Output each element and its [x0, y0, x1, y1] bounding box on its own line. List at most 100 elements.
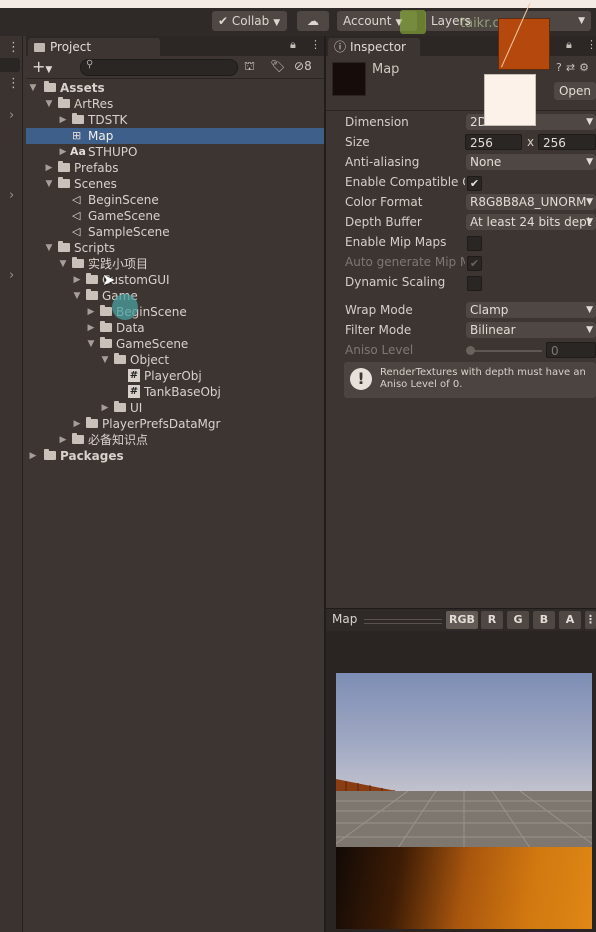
- tree-item-practice-project[interactable]: ▼ 实践小项目: [26, 256, 324, 272]
- expanded-arrow-icon[interactable]: ▼: [86, 336, 96, 352]
- tree-item-sthupo[interactable]: ▶ Aa STHUPO: [26, 144, 324, 160]
- auto-mip-label: Auto generate Mip M: [345, 255, 465, 269]
- collapsed-arrow-icon[interactable]: ▶: [86, 304, 96, 320]
- expand-arrow-icon[interactable]: ›: [9, 268, 14, 283]
- tree-item-tankbaseobj[interactable]: # TankBaseObj: [26, 384, 324, 400]
- anti-aliasing-value: None: [470, 155, 502, 169]
- collapsed-arrow-icon[interactable]: ▶: [58, 112, 68, 128]
- panel-menu-icon[interactable]: ⋮: [7, 40, 20, 55]
- size-height-input[interactable]: 256: [538, 134, 596, 150]
- collapsed-arrow-icon[interactable]: ▶: [86, 320, 96, 336]
- watermark: taikr.com: [400, 8, 590, 34]
- expanded-arrow-icon[interactable]: ▼: [44, 176, 54, 192]
- panel-menu-icon[interactable]: ⋮: [310, 38, 321, 51]
- help-icon[interactable]: ?: [556, 61, 566, 74]
- collapsed-arrow-icon[interactable]: ▶: [44, 160, 54, 176]
- expanded-arrow-icon[interactable]: ▼: [28, 80, 38, 96]
- collapsed-arrow-icon[interactable]: ▶: [72, 416, 82, 432]
- tab-project[interactable]: Project: [28, 38, 160, 56]
- expanded-arrow-icon[interactable]: ▼: [100, 352, 110, 368]
- collab-button[interactable]: ✔ Collab ▼: [212, 11, 287, 31]
- expanded-arrow-icon[interactable]: ▼: [58, 256, 68, 272]
- expand-arrow-icon[interactable]: ›: [9, 188, 14, 203]
- folder-icon: [44, 449, 56, 460]
- collapsed-arrow-icon[interactable]: ▶: [58, 144, 68, 160]
- color-format-dropdown[interactable]: R8G8B8A8_UNORM ▼: [466, 194, 596, 210]
- collapsed-arrow-icon[interactable]: ▶: [28, 448, 38, 464]
- panel-menu-icon[interactable]: ⋮: [7, 76, 20, 91]
- lock-icon[interactable]: 🔒︎: [290, 38, 296, 52]
- channel-b-button[interactable]: B: [533, 611, 555, 629]
- tree-item-map[interactable]: ⊞ Map: [26, 128, 324, 144]
- cloud-icon: ☁: [307, 14, 319, 28]
- tree-item-essential-knowledge[interactable]: ▶ 必备知识点: [26, 432, 324, 448]
- tree-item-label: GameScene: [88, 209, 161, 223]
- cloud-button[interactable]: ☁: [297, 11, 329, 31]
- filter-mode-dropdown[interactable]: Bilinear ▼: [466, 322, 596, 338]
- lock-icon[interactable]: 🔒︎: [566, 38, 572, 52]
- dynamic-scaling-checkbox[interactable]: [467, 276, 482, 291]
- preview-drag-handle[interactable]: [364, 619, 442, 624]
- mip-maps-checkbox[interactable]: [467, 236, 482, 251]
- tree-item-scenes[interactable]: ▼ Scenes: [26, 176, 324, 192]
- tree-item-game[interactable]: ▼ Game: [26, 288, 324, 304]
- expanded-arrow-icon[interactable]: ▼: [44, 96, 54, 112]
- unity-scene-icon: ◁: [72, 209, 81, 222]
- expanded-arrow-icon[interactable]: ▼: [72, 288, 82, 304]
- aniso-slider-track: [470, 350, 542, 352]
- channel-a-button[interactable]: A: [559, 611, 581, 629]
- settings-icon[interactable]: ⚙: [579, 61, 593, 74]
- tree-item-beginscene[interactable]: ◁ BeginScene: [26, 192, 324, 208]
- preview-header: Map RGB R G B A ⋮: [326, 608, 596, 631]
- unity-scene-icon: ◁: [72, 193, 81, 206]
- tree-item-playerprefsdatamgr[interactable]: ▶ PlayerPrefsDataMgr: [26, 416, 324, 432]
- open-button[interactable]: Open: [554, 82, 596, 100]
- top-edge-strip: [0, 0, 596, 8]
- channel-r-button[interactable]: R: [481, 611, 503, 629]
- aniso-slider-handle: [466, 346, 475, 355]
- presets-icon[interactable]: ⇄: [566, 61, 579, 74]
- hidden-packages-button[interactable]: ⊘8: [294, 59, 312, 73]
- create-button[interactable]: +▼: [32, 57, 52, 76]
- tree-item-tdstk[interactable]: ▶ TDSTK: [26, 112, 324, 128]
- tree-item-object[interactable]: ▼ Object: [26, 352, 324, 368]
- tree-item-artres[interactable]: ▼ ArtRes: [26, 96, 324, 112]
- collapsed-arrow-icon[interactable]: ▶: [72, 272, 82, 288]
- project-toolbar: +▼ ⚲ ⛫ 🏷︎ ⊘8: [26, 56, 324, 79]
- anti-aliasing-dropdown[interactable]: None ▼: [466, 154, 596, 170]
- tree-item-customgui[interactable]: ▶ CustomGUI: [26, 272, 324, 288]
- tree-item-scripts[interactable]: ▼ Scripts: [26, 240, 324, 256]
- tree-item-label: ArtRes: [74, 97, 114, 111]
- tree-item-prefabs[interactable]: ▶ Prefabs: [26, 160, 324, 176]
- collapsed-arrow-icon[interactable]: ▶: [58, 432, 68, 448]
- tree-item-ui[interactable]: ▶ UI: [26, 400, 324, 416]
- tree-item-playerobj[interactable]: # PlayerObj: [26, 368, 324, 384]
- tree-item-samplescene[interactable]: ◁ SampleScene: [26, 224, 324, 240]
- tree-item-data[interactable]: ▶ Data: [26, 320, 324, 336]
- search-input[interactable]: ⚲: [80, 59, 238, 76]
- preview-menu-button[interactable]: ⋮: [585, 611, 596, 629]
- channel-rgb-button[interactable]: RGB: [446, 611, 478, 629]
- panel-menu-icon[interactable]: ⋮: [586, 38, 596, 51]
- expand-arrow-icon[interactable]: ›: [9, 108, 14, 123]
- tree-item-label: 实践小项目: [88, 257, 149, 271]
- collapsed-arrow-icon[interactable]: ▶: [100, 400, 110, 416]
- aniso-level-input: 0: [546, 342, 596, 358]
- tree-item-gamescene[interactable]: ◁ GameScene: [26, 208, 324, 224]
- expanded-arrow-icon[interactable]: ▼: [44, 240, 54, 256]
- tree-item-beginscene-folder[interactable]: ▶ BeginScene: [26, 304, 324, 320]
- wrap-mode-dropdown[interactable]: Clamp ▼: [466, 302, 596, 318]
- depth-buffer-dropdown[interactable]: At least 24 bits dept ▼: [466, 214, 596, 230]
- tree-item-gamescene-folder[interactable]: ▼ GameScene: [26, 336, 324, 352]
- collapsed-field[interactable]: [0, 58, 20, 72]
- tree-item-packages[interactable]: ▶ Packages: [26, 448, 324, 464]
- filter-by-type-icon[interactable]: ⛫: [244, 59, 255, 75]
- compatible-format-checkbox[interactable]: ✔: [467, 176, 482, 191]
- tree-item-assets[interactable]: ▼ Assets: [26, 80, 324, 96]
- folder-icon: [44, 81, 56, 92]
- tab-inspector[interactable]: ⓘ Inspector: [328, 38, 420, 56]
- size-width-input[interactable]: 256: [465, 134, 522, 150]
- filter-by-label-icon[interactable]: 🏷︎: [270, 59, 285, 73]
- tree-item-label: Map: [88, 129, 114, 143]
- channel-g-button[interactable]: G: [507, 611, 529, 629]
